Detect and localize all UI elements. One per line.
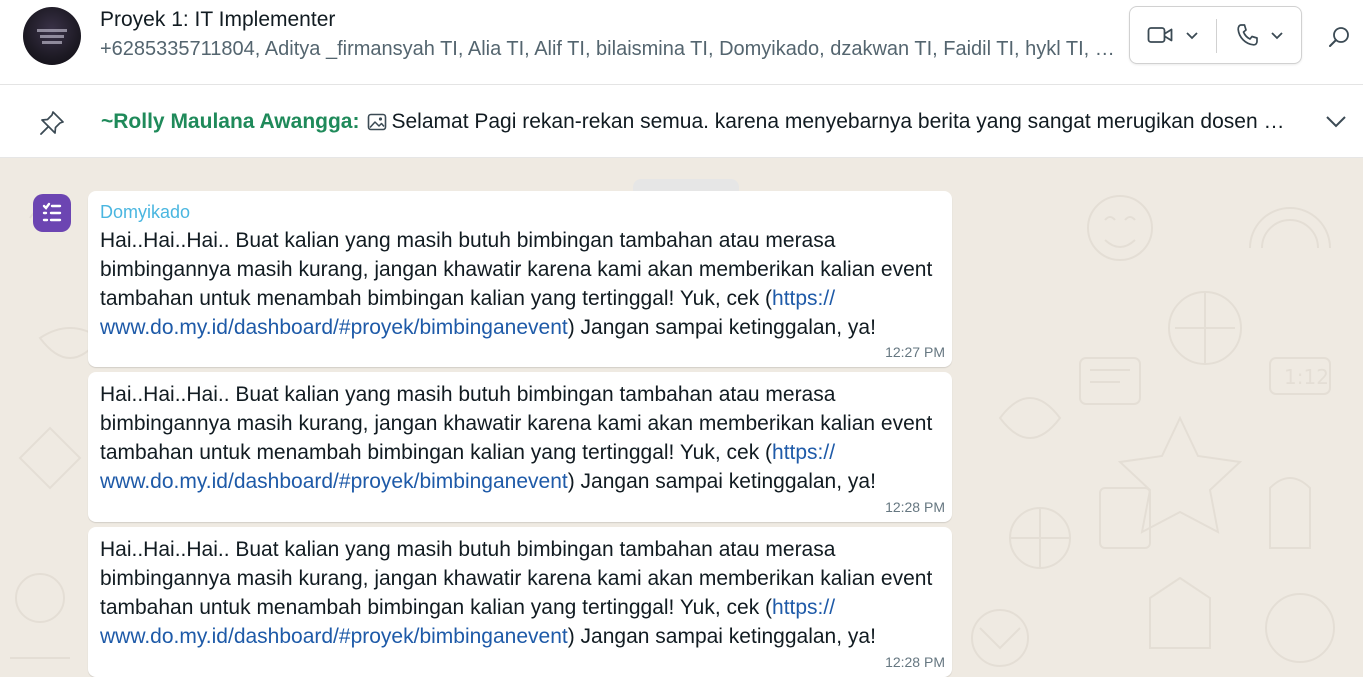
message-time: 12:28 PM: [885, 499, 945, 515]
message-link[interactable]: https://: [772, 287, 835, 310]
message-sender[interactable]: Domyikado: [100, 202, 190, 223]
chat-members[interactable]: +6285335711804, Aditya _firmansyah TI, A…: [100, 38, 1120, 61]
message-text: Hai..Hai..Hai.. Buat kalian yang masih b…: [100, 535, 940, 651]
pin-icon: [40, 111, 64, 135]
message-bubble[interactable]: Hai..Hai..Hai.. Buat kalian yang masih b…: [88, 527, 952, 677]
message-bubble[interactable]: Hai..Hai..Hai.. Buat kalian yang masih b…: [88, 372, 952, 522]
message-line: bimbingannya masih kurang, jangan khawat…: [100, 258, 933, 281]
message-link[interactable]: https://: [772, 441, 835, 464]
message-line-text: tambahan untuk menambah bimbingan kalian…: [100, 441, 773, 464]
chevron-down-icon: [1186, 32, 1198, 40]
message-text: Hai..Hai..Hai.. Buat kalian yang masih b…: [100, 380, 940, 496]
pinned-message-bar[interactable]: ~Rolly Maulana Awangga: Selamat Pagi rek…: [0, 85, 1363, 158]
message-line: tambahan untuk menambah bimbingan kalian…: [100, 284, 940, 313]
sender-avatar[interactable]: [33, 194, 71, 232]
message-link[interactable]: www.do.my.id/dashboard/#proyek/bimbingan…: [100, 470, 568, 493]
message-line: www.do.my.id/dashboard/#proyek/bimbingan…: [100, 622, 940, 651]
message-line-text: tambahan untuk menambah bimbingan kalian…: [100, 596, 773, 619]
message-time: 12:28 PM: [885, 654, 945, 670]
message-line-text: ) Jangan sampai ketinggalan, ya!: [567, 316, 876, 339]
message-line: bimbingannya masih kurang, jangan khawat…: [100, 412, 933, 435]
message-line: Hai..Hai..Hai.. Buat kalian yang masih b…: [100, 538, 836, 561]
search-icon: [1329, 27, 1349, 47]
message-line-text: ) Jangan sampai ketinggalan, ya!: [567, 470, 876, 493]
pinned-sender: ~Rolly Maulana Awangga:: [101, 110, 360, 133]
image-icon: [368, 113, 387, 131]
message-line: Hai..Hai..Hai.. Buat kalian yang masih b…: [100, 229, 836, 252]
message-link[interactable]: https://: [772, 596, 835, 619]
message-line: www.do.my.id/dashboard/#proyek/bimbingan…: [100, 467, 940, 496]
search-button[interactable]: [1324, 22, 1354, 52]
message-line: Hai..Hai..Hai.. Buat kalian yang masih b…: [100, 383, 836, 406]
message-line: bimbingannya masih kurang, jangan khawat…: [100, 567, 933, 590]
chevron-down-icon[interactable]: [1322, 112, 1350, 132]
chat-messages-area[interactable]: 1:12 Yesterday: [0, 158, 1363, 677]
message-line: tambahan untuk menambah bimbingan kalian…: [100, 438, 940, 467]
message-link[interactable]: www.do.my.id/dashboard/#proyek/bimbingan…: [100, 625, 568, 648]
message-line: tambahan untuk menambah bimbingan kalian…: [100, 593, 940, 622]
message-line-text: tambahan untuk menambah bimbingan kalian…: [100, 287, 773, 310]
group-avatar[interactable]: [23, 7, 81, 65]
message-link[interactable]: www.do.my.id/dashboard/#proyek/bimbingan…: [100, 316, 568, 339]
video-call-icon: [1147, 27, 1173, 43]
pinned-text: Selamat Pagi rekan-rekan semua. karena m…: [391, 110, 1296, 133]
chat-title[interactable]: Proyek 1: IT Implementer: [100, 8, 335, 32]
message-bubble[interactable]: Domyikado Hai..Hai..Hai.. Buat kalian ya…: [88, 191, 952, 367]
pinned-message-preview: ~Rolly Maulana Awangga: Selamat Pagi rek…: [101, 110, 1296, 134]
voice-call-button[interactable]: [1217, 7, 1303, 63]
message-line-text: ) Jangan sampai ketinggalan, ya!: [567, 625, 876, 648]
video-call-button[interactable]: [1130, 7, 1216, 63]
message-text: Hai..Hai..Hai.. Buat kalian yang masih b…: [100, 226, 940, 342]
chat-header: Proyek 1: IT Implementer +6285335711804,…: [0, 0, 1363, 85]
message-time: 12:27 PM: [885, 344, 945, 360]
svg-text:1:12: 1:12: [1284, 365, 1329, 389]
list-logo-icon: [42, 202, 62, 222]
voice-call-icon: [1237, 24, 1258, 46]
chevron-down-icon: [1271, 32, 1283, 40]
message-line: www.do.my.id/dashboard/#proyek/bimbingan…: [100, 313, 940, 342]
call-button-group: [1129, 6, 1302, 64]
